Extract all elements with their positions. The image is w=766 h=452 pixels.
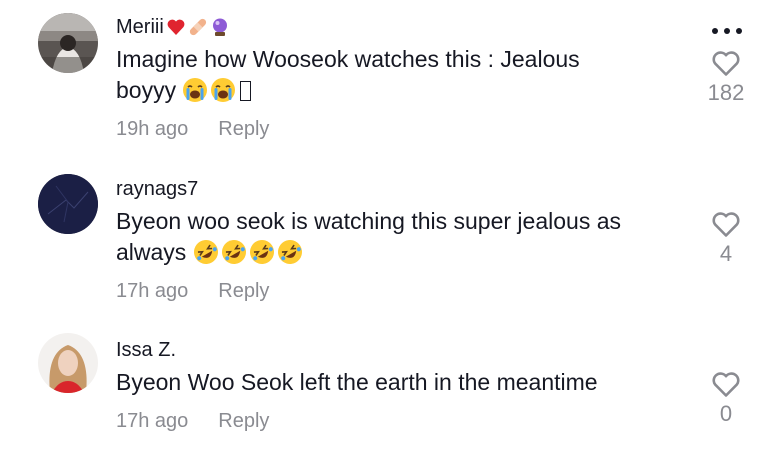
- like-button[interactable]: 4: [696, 211, 756, 267]
- crystal-ball-icon: [212, 18, 227, 36]
- heart-outline-icon: [712, 372, 740, 397]
- rolling-on-floor-laughing-icon: [221, 240, 246, 264]
- avatar-image: [38, 13, 98, 73]
- missing-glyph-icon: [240, 81, 252, 101]
- avatar[interactable]: [38, 13, 98, 73]
- comment-text: Imagine how Wooseok watches this : Jealo…: [116, 44, 580, 106]
- comment-text-line: boyyy: [116, 77, 177, 103]
- username[interactable]: Meriii: [116, 14, 580, 40]
- like-count: 0: [719, 401, 733, 426]
- reply-button[interactable]: Reply: [218, 410, 269, 433]
- rolling-on-floor-laughing-icon: [249, 240, 274, 264]
- comment-text-line: Byeon Woo Seok left the earth in the mea…: [116, 369, 598, 395]
- username-text: raynags7: [116, 178, 199, 200]
- username[interactable]: raynags7: [116, 176, 621, 202]
- like-button[interactable]: 182: [696, 50, 756, 106]
- rolling-on-floor-laughing-icon: [277, 240, 302, 264]
- avatar-image: [38, 174, 98, 234]
- comment-text: Byeon woo seok is watching this super je…: [116, 206, 621, 268]
- like-button[interactable]: 0: [696, 371, 756, 427]
- like-count: 182: [707, 80, 745, 105]
- avatar[interactable]: [38, 333, 98, 393]
- bandage-icon: [189, 18, 206, 36]
- comment-text-line: always: [116, 239, 187, 265]
- rolling-on-floor-laughing-icon: [193, 240, 218, 264]
- comment-text: Byeon Woo Seok left the earth in the mea…: [116, 367, 598, 398]
- more-options-icon[interactable]: [712, 26, 742, 36]
- username-text: Issa Z.: [116, 339, 177, 361]
- comment-text-line: Imagine how Wooseok watches this : Jealo…: [116, 46, 580, 72]
- loudly-crying-face-icon: [183, 78, 208, 102]
- username-text: Meriii: [116, 16, 164, 38]
- heart-outline-icon: [712, 51, 740, 76]
- comment-text-line: Byeon woo seok is watching this super je…: [116, 208, 622, 234]
- comment-time: 17h ago: [116, 280, 189, 302]
- reply-button[interactable]: Reply: [218, 118, 269, 141]
- username[interactable]: Issa Z.: [116, 337, 598, 363]
- loudly-crying-face-icon: [211, 78, 236, 102]
- avatar[interactable]: [38, 174, 98, 234]
- red-heart-icon: [167, 19, 185, 35]
- heart-outline-icon: [712, 212, 740, 237]
- comment-time: 17h ago: [116, 410, 189, 432]
- comment-time: 19h ago: [116, 118, 189, 140]
- like-count: 4: [719, 241, 733, 266]
- avatar-image: [38, 333, 98, 393]
- reply-button[interactable]: Reply: [218, 280, 269, 303]
